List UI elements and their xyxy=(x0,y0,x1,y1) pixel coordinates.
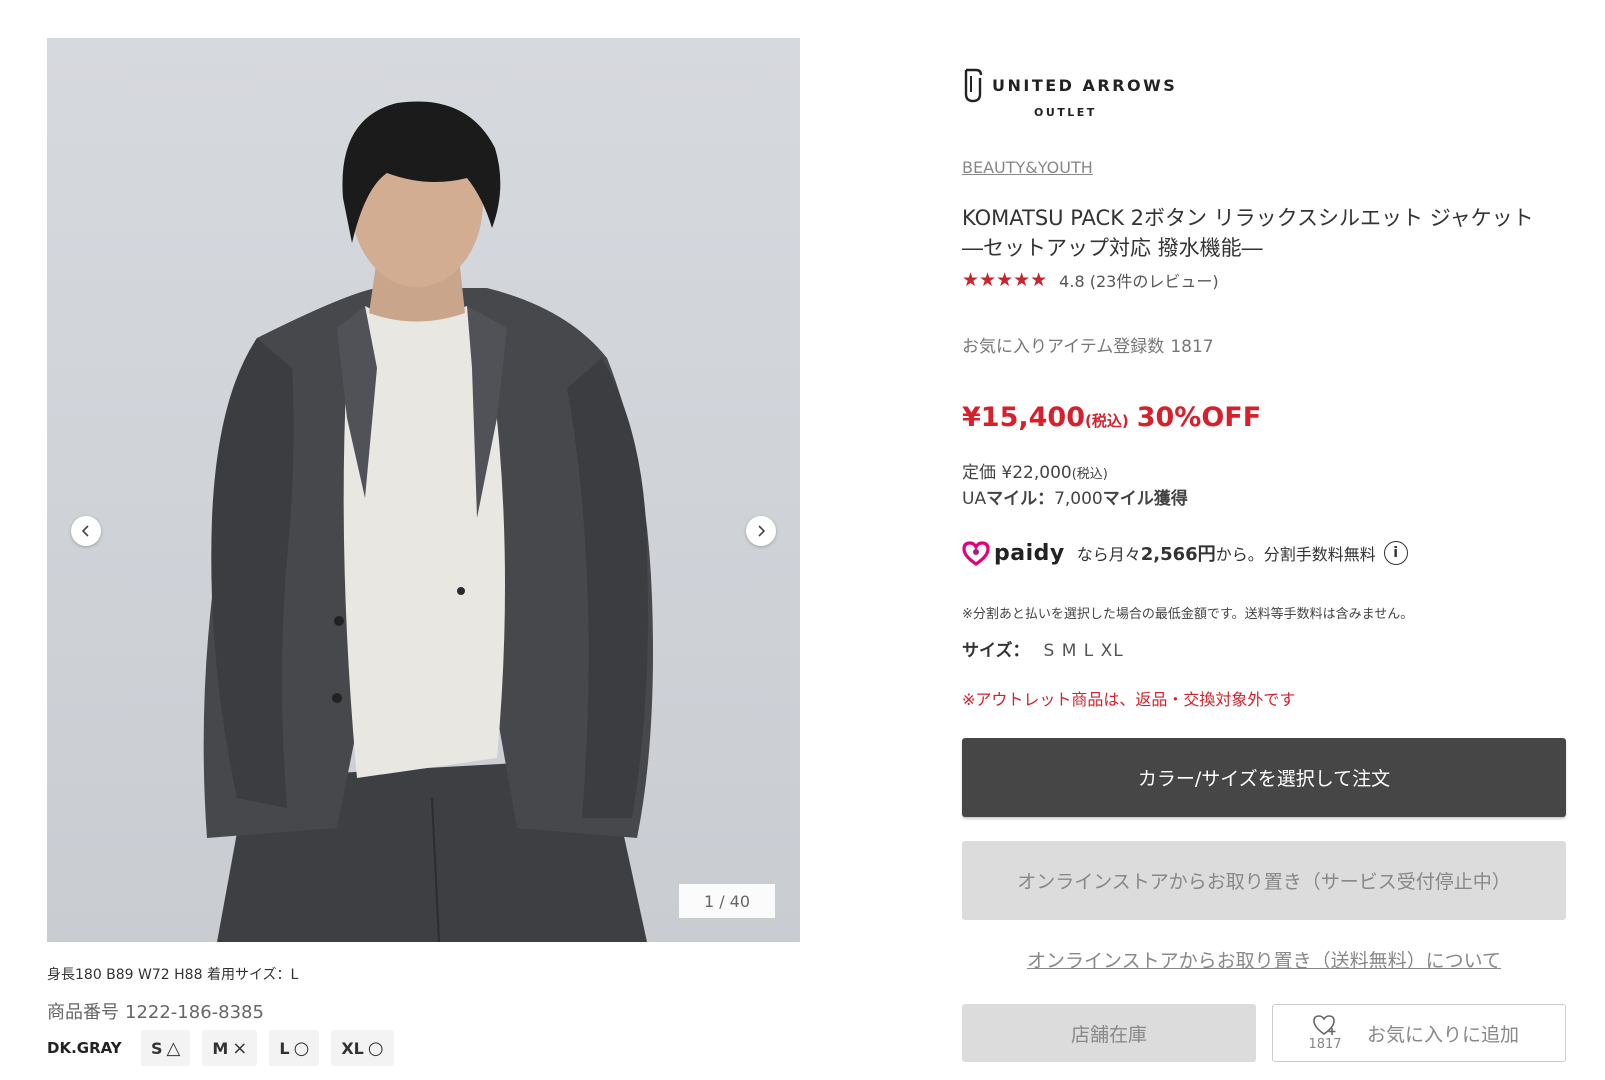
info-icon[interactable]: i xyxy=(1383,541,1408,565)
logo-text: UNITED ARROWS xyxy=(992,76,1178,95)
logo-subtext: OUTLET xyxy=(1034,106,1097,119)
paidy-installment: paidy なら月々2,566円から。分割手数料無料 i xyxy=(962,540,1408,566)
stock-mark: ○ xyxy=(293,1037,310,1059)
sale-price: ¥15,400(税込) 30%OFF xyxy=(962,402,1261,433)
list-price: 定価 ¥22,000(税込) xyxy=(962,458,1108,483)
rating: ★★★★★ 4.8 (23件のレビュー) xyxy=(962,268,1219,292)
paidy-text-pre: なら月々 xyxy=(1076,545,1141,564)
product-number: 商品番号 1222-186-8385 xyxy=(47,998,264,1024)
product-title: KOMATSU PACK 2ボタン リラックスシルエット ジャケット ―セットア… xyxy=(962,203,1562,263)
size-chip-xl[interactable]: XL ○ xyxy=(331,1030,394,1066)
price-amount: ¥15,400 xyxy=(962,402,1085,433)
stock-mark: △ xyxy=(166,1037,181,1059)
store-logo[interactable]: UNITED ARROWS OUTLET xyxy=(962,66,1182,126)
chevron-left-icon xyxy=(81,525,89,537)
size-values: S M L XL xyxy=(1043,641,1124,661)
size-chip-label: L xyxy=(279,1038,290,1058)
stock-mark: × xyxy=(232,1037,248,1059)
chevron-right-icon xyxy=(758,525,766,537)
size-list: サイズ： S M L XL xyxy=(962,636,1124,661)
list-price-tax: (税込) xyxy=(1071,467,1108,482)
product-title-line: KOMATSU PACK 2ボタン リラックスシルエット ジャケット xyxy=(962,206,1534,230)
discount-badge: 30%OFF xyxy=(1136,402,1262,433)
select-color-size-order-button[interactable]: カラー/サイズを選択して注文 xyxy=(962,738,1566,817)
size-chip-s[interactable]: S △ xyxy=(141,1030,191,1066)
model-info: 身長180 B89 W72 H88 着用サイズ：L xyxy=(47,967,299,983)
favorite-count: お気に入りアイテム登録数 1817 xyxy=(962,332,1214,357)
size-label: サイズ： xyxy=(962,641,1030,661)
color-stock-row: DK.GRAY S △ M × L ○ XL ○ xyxy=(47,1030,406,1066)
paidy-logo: paidy xyxy=(962,540,1065,566)
united-arrows-logo-icon xyxy=(964,68,983,103)
miles-suffix: マイル獲得 xyxy=(1102,489,1188,509)
paidy-text: なら月々2,566円から。分割手数料無料 xyxy=(1077,540,1376,566)
reserve-info-link[interactable]: オンラインストアからお取り置き（送料無料）について xyxy=(962,946,1566,973)
size-chip-l[interactable]: L ○ xyxy=(269,1030,320,1066)
size-chip-label: M xyxy=(212,1038,229,1058)
paidy-wordmark: paidy xyxy=(994,540,1065,566)
miles-info: UAマイル：7,000マイル獲得 xyxy=(962,484,1188,509)
paidy-text-post: から。分割手数料無料 xyxy=(1215,545,1376,564)
add-to-favorites-button[interactable]: 1817 お気に入りに追加 xyxy=(1272,1004,1566,1062)
size-chip-label: S xyxy=(151,1038,163,1058)
image-counter: 1 / 40 xyxy=(679,884,775,918)
favorite-count-value: 1817 xyxy=(1170,337,1214,357)
store-stock-button[interactable]: 店舗在庫 xyxy=(962,1004,1256,1062)
installment-note: ※分割あと払いを選択した場合の最低金額です。送料等手数料は含みません。 xyxy=(962,607,1414,622)
size-chip-m[interactable]: M × xyxy=(202,1030,258,1066)
paidy-logo-icon xyxy=(962,541,990,566)
size-chip-label: XL xyxy=(341,1038,364,1058)
rating-score: 4.8 xyxy=(1059,272,1085,291)
list-price-label: 定価 ¥22,000 xyxy=(962,463,1072,483)
favorite-count-label: お気に入りアイテム登録数 xyxy=(962,337,1165,357)
miles-value: 7,000 xyxy=(1054,489,1103,509)
next-image-button[interactable] xyxy=(746,516,776,546)
brand-link[interactable]: BEAUTY&YOUTH xyxy=(962,158,1093,177)
product-number-value: 1222-186-8385 xyxy=(125,1002,264,1023)
favorite-button-count: 1817 xyxy=(1308,1037,1342,1052)
miles-prefix: UA xyxy=(962,489,987,509)
product-title-line: ―セットアップ対応 撥水機能― xyxy=(962,236,1263,260)
price-tax: (税込) xyxy=(1084,412,1129,430)
review-count-link[interactable]: (23件のレビュー) xyxy=(1090,272,1219,291)
product-image-gallery[interactable]: 1 / 40 xyxy=(47,38,800,942)
product-number-label: 商品番号 xyxy=(47,1002,119,1023)
heart-plus-icon xyxy=(1313,1015,1336,1035)
outlet-return-notice: ※アウトレット商品は、返品・交換対象外です xyxy=(962,690,1296,709)
add-to-favorites-label: お気に入りに追加 xyxy=(1367,1023,1520,1046)
reserve-online-button[interactable]: オンラインストアからお取り置き（サービス受付停止中） xyxy=(962,841,1566,920)
color-name: DK.GRAY xyxy=(47,1039,122,1057)
favorite-heart: 1817 xyxy=(1295,1014,1355,1052)
stock-mark: ○ xyxy=(367,1037,384,1059)
rating-text: 4.8 (23件のレビュー) xyxy=(1059,268,1218,292)
product-photo xyxy=(203,101,653,942)
previous-image-button[interactable] xyxy=(71,516,101,546)
paidy-amount: 2,566円 xyxy=(1140,544,1216,565)
star-rating-icon: ★★★★★ xyxy=(962,269,1048,291)
miles-label: マイル： xyxy=(986,489,1055,509)
